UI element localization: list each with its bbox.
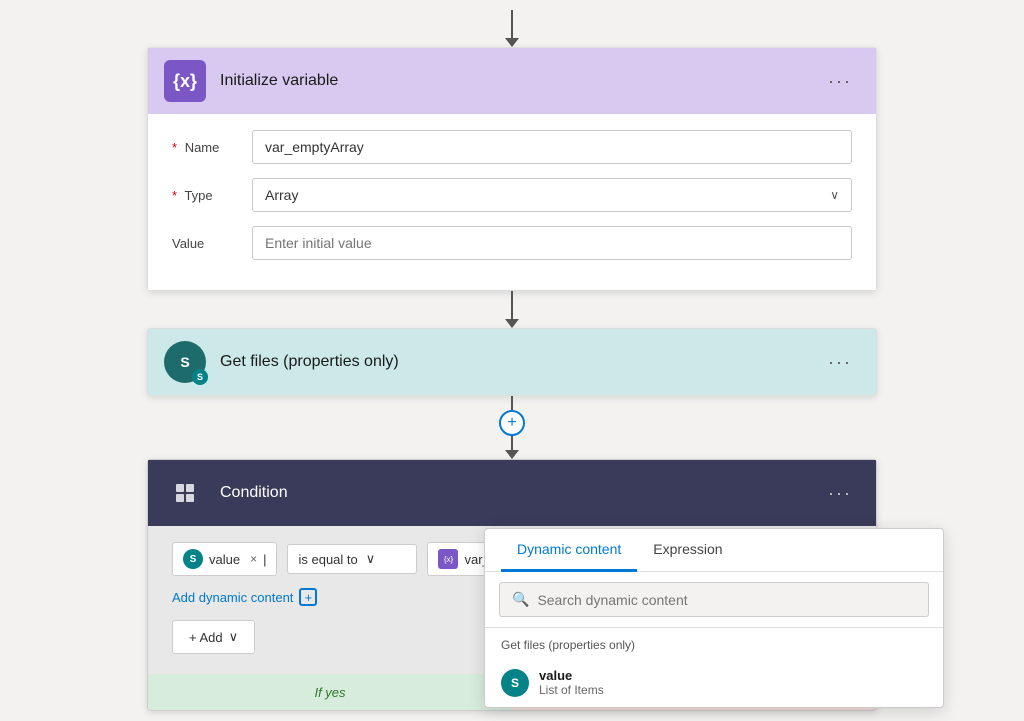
name-label: * Name xyxy=(172,140,252,155)
name-field-row: * Name xyxy=(172,130,852,164)
value-input[interactable] xyxy=(252,226,852,260)
operator-chevron-icon: ∨ xyxy=(366,551,376,567)
add-dynamic-link[interactable]: Add dynamic content xyxy=(172,590,293,605)
operator-label: is equal to xyxy=(298,552,357,567)
token-cursor: | xyxy=(263,552,266,567)
value-token-chip: S value × | xyxy=(172,542,277,576)
popup-tabs: Dynamic content Expression xyxy=(485,529,943,572)
dynamic-content-popup: Dynamic content Expression 🔍 Get files (… xyxy=(484,528,944,708)
get-files-icon: S S xyxy=(164,341,206,383)
get-files-card: S S Get files (properties only) ··· xyxy=(147,328,877,396)
middle-connector-1 xyxy=(505,291,519,328)
sharepoint-badge: S xyxy=(192,369,208,385)
var-token-icon: {x} xyxy=(438,549,458,569)
popup-item-value[interactable]: S value List of Items xyxy=(485,658,943,707)
popup-item-name: value xyxy=(539,668,604,683)
popup-item-text: value List of Items xyxy=(539,668,604,697)
top-connector xyxy=(505,10,519,47)
init-var-title: Initialize variable xyxy=(220,72,806,90)
init-var-icon: {x} xyxy=(164,60,206,102)
value-token-close-button[interactable]: × xyxy=(250,552,257,566)
name-required-star: * xyxy=(172,140,177,155)
type-label: * Type xyxy=(172,188,252,203)
init-var-body: * Name * Type Array ∨ Value xyxy=(148,114,876,290)
initialize-variable-card: {x} Initialize variable ··· * Name * Typ… xyxy=(147,47,877,291)
condition-more-button[interactable]: ··· xyxy=(820,479,860,508)
init-var-more-button[interactable]: ··· xyxy=(820,67,860,96)
tab-dynamic-content[interactable]: Dynamic content xyxy=(501,529,637,572)
popup-search-area: 🔍 xyxy=(485,572,943,628)
name-input[interactable] xyxy=(252,130,852,164)
type-field-row: * Type Array ∨ xyxy=(172,178,852,212)
condition-yes-branch: If yes xyxy=(148,674,512,710)
get-files-more-button[interactable]: ··· xyxy=(820,348,860,377)
add-button[interactable]: + Add ∨ xyxy=(172,620,255,654)
init-var-header: {x} Initialize variable ··· xyxy=(148,48,876,114)
type-required-star: * xyxy=(172,188,177,203)
search-icon: 🔍 xyxy=(512,591,529,608)
value-token-label: value xyxy=(209,552,240,567)
add-dynamic-icon-button[interactable]: + xyxy=(299,588,317,606)
get-files-title: Get files (properties only) xyxy=(220,353,806,371)
popup-section-label: Get files (properties only) xyxy=(485,628,943,658)
value-label: Value xyxy=(172,236,252,251)
tab-expression[interactable]: Expression xyxy=(637,529,738,572)
condition-icon xyxy=(164,472,206,514)
value-token-icon: S xyxy=(183,549,203,569)
popup-item-sub: List of Items xyxy=(539,683,604,697)
popup-item-icon: S xyxy=(501,669,529,697)
search-dynamic-input[interactable] xyxy=(537,592,916,608)
condition-header: Condition ··· xyxy=(148,460,876,526)
value-field-row: Value xyxy=(172,226,852,260)
type-select-chevron-icon: ∨ xyxy=(830,188,839,202)
get-files-header: S S Get files (properties only) ··· xyxy=(148,329,876,395)
add-button-label: + Add xyxy=(189,630,223,645)
type-select[interactable]: Array ∨ xyxy=(252,178,852,212)
search-box: 🔍 xyxy=(499,582,929,617)
condition-title: Condition xyxy=(220,484,806,502)
plus-connector: + xyxy=(499,396,525,459)
add-step-button[interactable]: + xyxy=(499,410,525,436)
operator-select[interactable]: is equal to ∨ xyxy=(287,544,417,574)
add-chevron-icon: ∨ xyxy=(229,629,239,645)
